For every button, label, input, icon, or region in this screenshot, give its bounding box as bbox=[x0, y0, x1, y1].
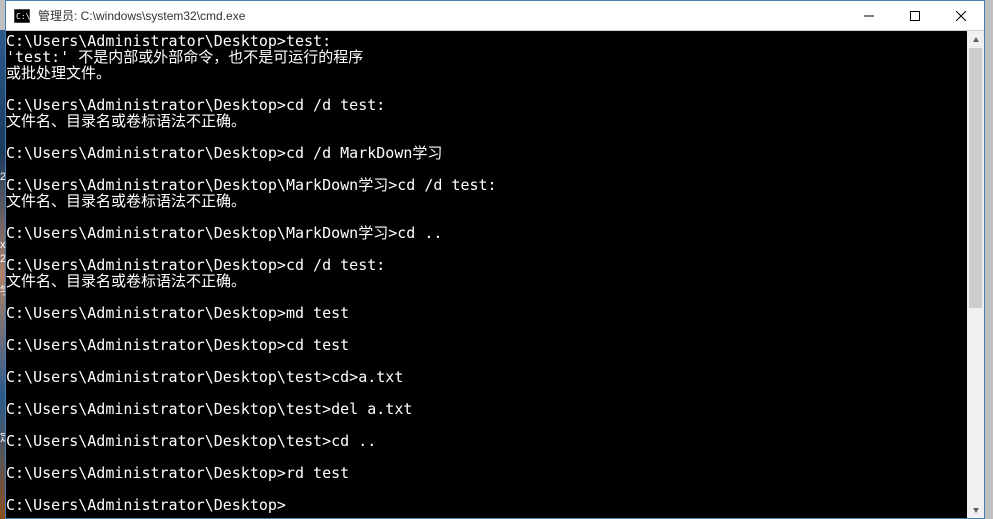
scroll-thumb[interactable] bbox=[969, 48, 982, 308]
terminal-line: C:\Users\Administrator\Desktop\test>cd .… bbox=[6, 433, 967, 449]
scroll-up-button[interactable] bbox=[967, 31, 984, 48]
terminal-line: C:\Users\Administrator\Desktop>cd /d tes… bbox=[6, 257, 967, 273]
terminal-line: C:\Users\Administrator\Desktop\MarkDown学… bbox=[6, 177, 967, 193]
terminal-line: C:\Users\Administrator\Desktop\test>cd>a… bbox=[6, 369, 967, 385]
terminal-line: 文件名、目录名或卷标语法不正确。 bbox=[6, 193, 967, 209]
terminal-line: C:\Users\Administrator\Desktop>rd test bbox=[6, 465, 967, 481]
terminal-line bbox=[6, 289, 967, 305]
terminal-line bbox=[6, 209, 967, 225]
terminal-line: C:\Users\Administrator\Desktop>md test bbox=[6, 305, 967, 321]
window-title: 管理员: C:\windows\system32\cmd.exe bbox=[38, 7, 846, 24]
window-controls bbox=[846, 1, 984, 30]
terminal-line bbox=[6, 81, 967, 97]
svg-text:C:\: C:\ bbox=[16, 12, 30, 21]
terminal-line: 文件名、目录名或卷标语法不正确。 bbox=[6, 273, 967, 289]
terminal-line: C:\Users\Administrator\Desktop\test>del … bbox=[6, 401, 967, 417]
scroll-down-button[interactable] bbox=[967, 501, 984, 518]
terminal-container: C:\Users\Administrator\Desktop>test:'tes… bbox=[6, 31, 984, 518]
close-button[interactable] bbox=[938, 1, 984, 30]
terminal-line bbox=[6, 481, 967, 497]
terminal-line: 或批处理文件。 bbox=[6, 65, 967, 81]
terminal-line: 文件名、目录名或卷标语法不正确。 bbox=[6, 113, 967, 129]
minimize-button[interactable] bbox=[846, 1, 892, 30]
cmd-icon: C:\ bbox=[12, 8, 32, 24]
terminal-line: C:\Users\Administrator\Desktop\MarkDown学… bbox=[6, 225, 967, 241]
terminal-line: 'test:' 不是内部或外部命令，也不是可运行的程序 bbox=[6, 49, 967, 65]
terminal-line: C:\Users\Administrator\Desktop>test: bbox=[6, 33, 967, 49]
terminal-line bbox=[6, 161, 967, 177]
terminal-line: C:\Users\Administrator\Desktop>cd /d tes… bbox=[6, 97, 967, 113]
scrollbar[interactable] bbox=[967, 31, 984, 518]
terminal-line bbox=[6, 417, 967, 433]
terminal-line: C:\Users\Administrator\Desktop> bbox=[6, 497, 967, 513]
terminal-line bbox=[6, 241, 967, 257]
maximize-button[interactable] bbox=[892, 1, 938, 30]
titlebar[interactable]: C:\ 管理员: C:\windows\system32\cmd.exe bbox=[6, 1, 984, 31]
terminal-line bbox=[6, 449, 967, 465]
terminal-output[interactable]: C:\Users\Administrator\Desktop>test:'tes… bbox=[6, 31, 967, 518]
terminal-line bbox=[6, 385, 967, 401]
cmd-window: C:\ 管理员: C:\windows\system32\cmd.exe C:\… bbox=[5, 0, 985, 519]
terminal-line bbox=[6, 353, 967, 369]
terminal-line bbox=[6, 321, 967, 337]
terminal-line: C:\Users\Administrator\Desktop>cd test bbox=[6, 337, 967, 353]
terminal-line: C:\Users\Administrator\Desktop>cd /d Mar… bbox=[6, 145, 967, 161]
terminal-line bbox=[6, 129, 967, 145]
scroll-track[interactable] bbox=[967, 48, 984, 501]
